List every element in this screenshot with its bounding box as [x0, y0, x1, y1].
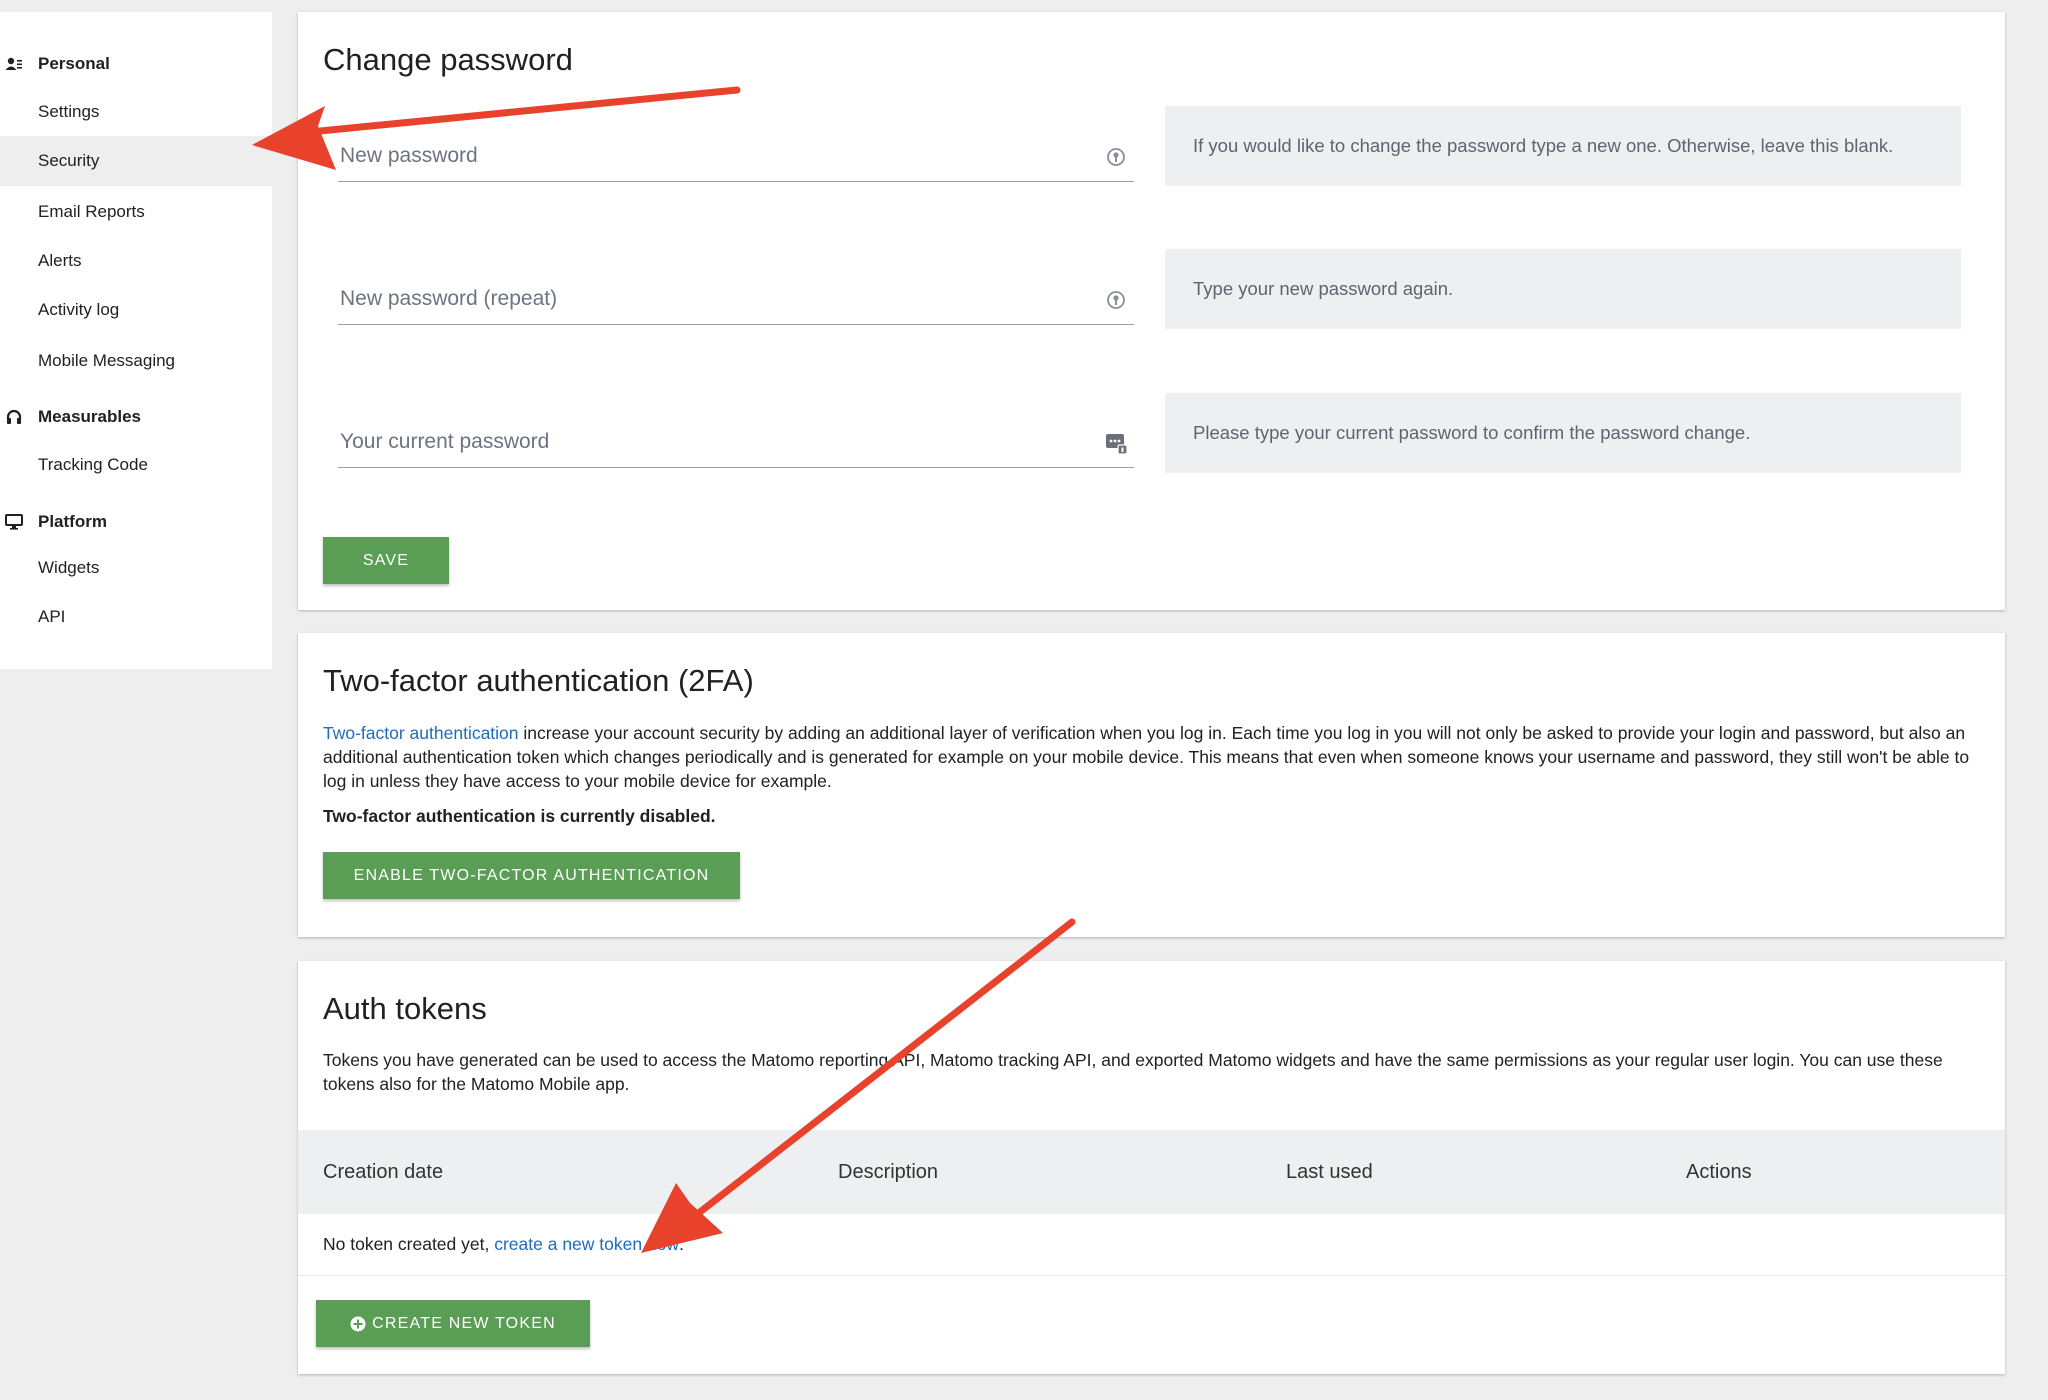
two-factor-link[interactable]: Two-factor authentication	[323, 723, 519, 743]
two-factor-description: Two-factor authentication increase your …	[323, 721, 1983, 793]
sidebar-section-measurables: Measurables	[0, 402, 272, 432]
sidebar-section-label: Personal	[38, 54, 110, 73]
sidebar-section-platform: Platform	[0, 507, 272, 537]
sidebar-section-label: Platform	[38, 512, 107, 531]
sidebar-section-personal: Personal	[0, 49, 272, 79]
column-description[interactable]: Description	[838, 1130, 938, 1214]
sidebar-item-mobile-messaging[interactable]: Mobile Messaging	[0, 336, 272, 386]
plus-circle-icon	[350, 1316, 366, 1332]
headset-icon	[4, 407, 24, 427]
repeat-password-field	[338, 275, 1134, 325]
auth-tokens-description: Tokens you have generated can be used to…	[323, 1050, 1943, 1094]
empty-message-suffix: .	[679, 1234, 684, 1254]
save-button[interactable]: SAVE	[323, 537, 449, 584]
repeat-password-help: Type your new password again.	[1165, 249, 1961, 329]
card-title: Two-factor authentication (2FA)	[323, 663, 754, 698]
new-password-input[interactable]	[338, 132, 1078, 180]
column-creation-date[interactable]: Creation date	[323, 1130, 443, 1214]
current-password-input[interactable]	[338, 418, 1078, 466]
tokens-table-header: Creation date Description Last used Acti…	[298, 1130, 2005, 1214]
create-new-token-button[interactable]: CREATE NEW TOKEN	[316, 1300, 590, 1347]
key-icon[interactable]	[1104, 145, 1128, 169]
two-factor-description-text: increase your account security by adding…	[323, 723, 1970, 791]
repeat-password-input[interactable]	[338, 275, 1078, 323]
monitor-icon	[4, 512, 24, 532]
column-actions[interactable]: Actions	[1686, 1130, 1752, 1214]
key-icon[interactable]	[1104, 288, 1128, 312]
password-dots-icon[interactable]	[1104, 431, 1128, 455]
two-factor-status: Two-factor authentication is currently d…	[323, 806, 716, 826]
create-token-link[interactable]: create a new token now	[494, 1234, 679, 1255]
user-card-icon	[4, 54, 24, 74]
card-title: Auth tokens	[323, 991, 487, 1026]
auth-tokens-card: Auth tokens Tokens you have generated ca…	[298, 961, 2005, 1374]
sidebar-item-settings[interactable]: Settings	[0, 87, 272, 137]
table-row-empty: No token created yet, create a new token…	[298, 1214, 2005, 1276]
sidebar-item-email-reports[interactable]: Email Reports	[0, 187, 272, 237]
sidebar-item-tracking-code[interactable]: Tracking Code	[0, 440, 272, 490]
current-password-field	[338, 418, 1134, 468]
sidebar: Personal Settings Security Email Reports…	[0, 12, 272, 669]
create-new-token-label: CREATE NEW TOKEN	[372, 1314, 556, 1332]
current-password-help: Please type your current password to con…	[1165, 393, 1961, 473]
two-factor-card: Two-factor authentication (2FA) Two-fact…	[298, 633, 2005, 937]
sidebar-item-alerts[interactable]: Alerts	[0, 236, 272, 286]
new-password-help: If you would like to change the password…	[1165, 106, 1961, 186]
sidebar-section-label: Measurables	[38, 407, 141, 426]
card-title: Change password	[323, 42, 573, 77]
new-password-field	[338, 132, 1134, 182]
sidebar-item-widgets[interactable]: Widgets	[0, 543, 272, 593]
empty-message-prefix: No token created yet,	[323, 1234, 490, 1254]
column-last-used[interactable]: Last used	[1286, 1130, 1373, 1214]
sidebar-item-activity-log[interactable]: Activity log	[0, 285, 272, 335]
enable-two-factor-button[interactable]: ENABLE TWO-FACTOR AUTHENTICATION	[323, 852, 740, 899]
change-password-card: Change password If you would like to cha…	[298, 12, 2005, 610]
sidebar-item-api[interactable]: API	[0, 592, 272, 642]
sidebar-item-security[interactable]: Security	[0, 136, 272, 186]
